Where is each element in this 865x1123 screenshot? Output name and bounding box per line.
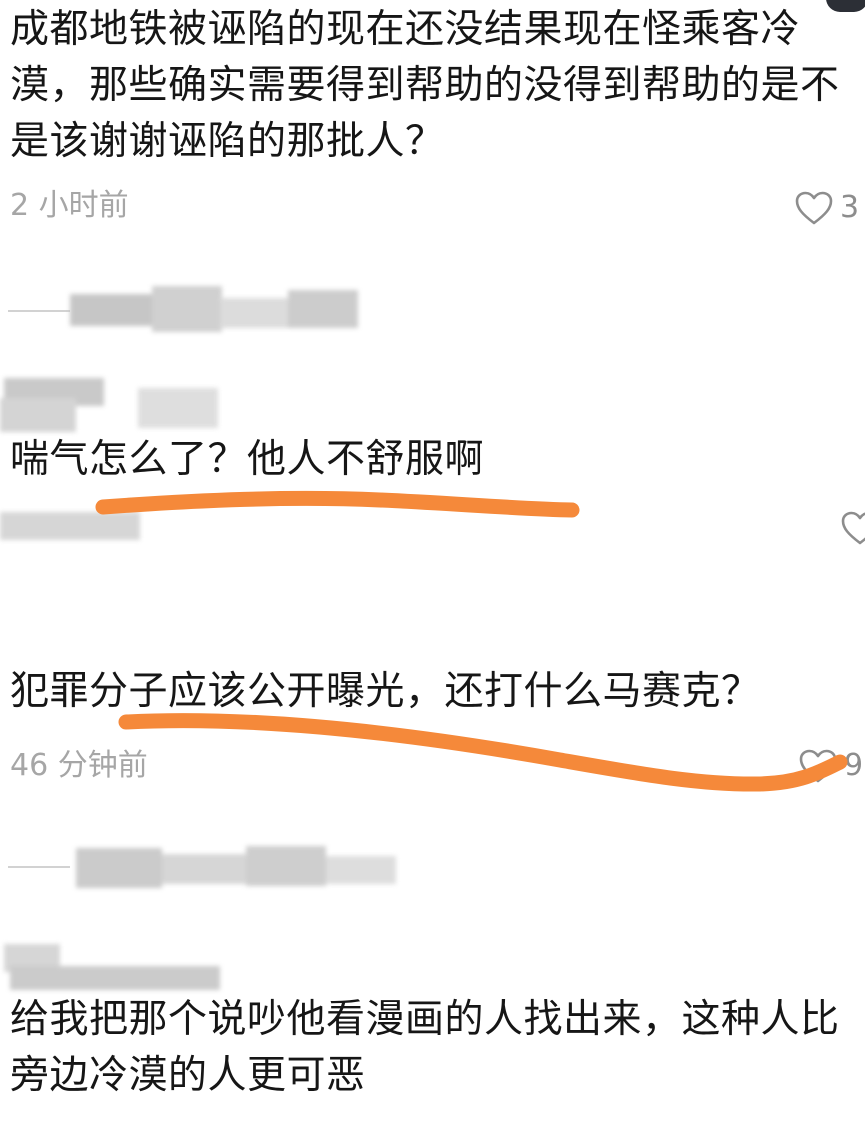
comment-text: 给我把那个说吵他看漫画的人找出来，这种人比旁边冷漠的人更可恶 bbox=[10, 997, 840, 1098]
like-button[interactable]: 3 bbox=[794, 188, 859, 228]
reply-meta-blurred bbox=[0, 506, 190, 546]
like-count: 9 bbox=[844, 748, 864, 783]
comment-time: 46 分钟前 bbox=[10, 748, 148, 783]
like-button[interactable] bbox=[840, 510, 865, 546]
heart-outline-icon bbox=[841, 511, 865, 545]
comment-text: 喘气怎么了？他人不舒服啊 bbox=[10, 437, 485, 482]
comment-text: 犯罪分子应该公开曝光，还打什么马赛克？ bbox=[10, 669, 761, 714]
underline-stroke-2 bbox=[118, 713, 848, 792]
comment-text: 成都地铁被诬陷的现在还没结果现在怪乘客冷漠，那些确实需要得到帮助的没得到帮助的是… bbox=[10, 7, 840, 164]
like-count: 3 bbox=[840, 190, 860, 225]
like-button[interactable]: 9 bbox=[798, 746, 863, 786]
reply-user-blurred[interactable] bbox=[0, 936, 240, 996]
heart-outline-icon bbox=[795, 191, 833, 225]
reply-user-blurred[interactable] bbox=[0, 368, 240, 438]
comment-time: 2 小时前 bbox=[10, 188, 129, 223]
heart-outline-icon bbox=[799, 749, 837, 783]
